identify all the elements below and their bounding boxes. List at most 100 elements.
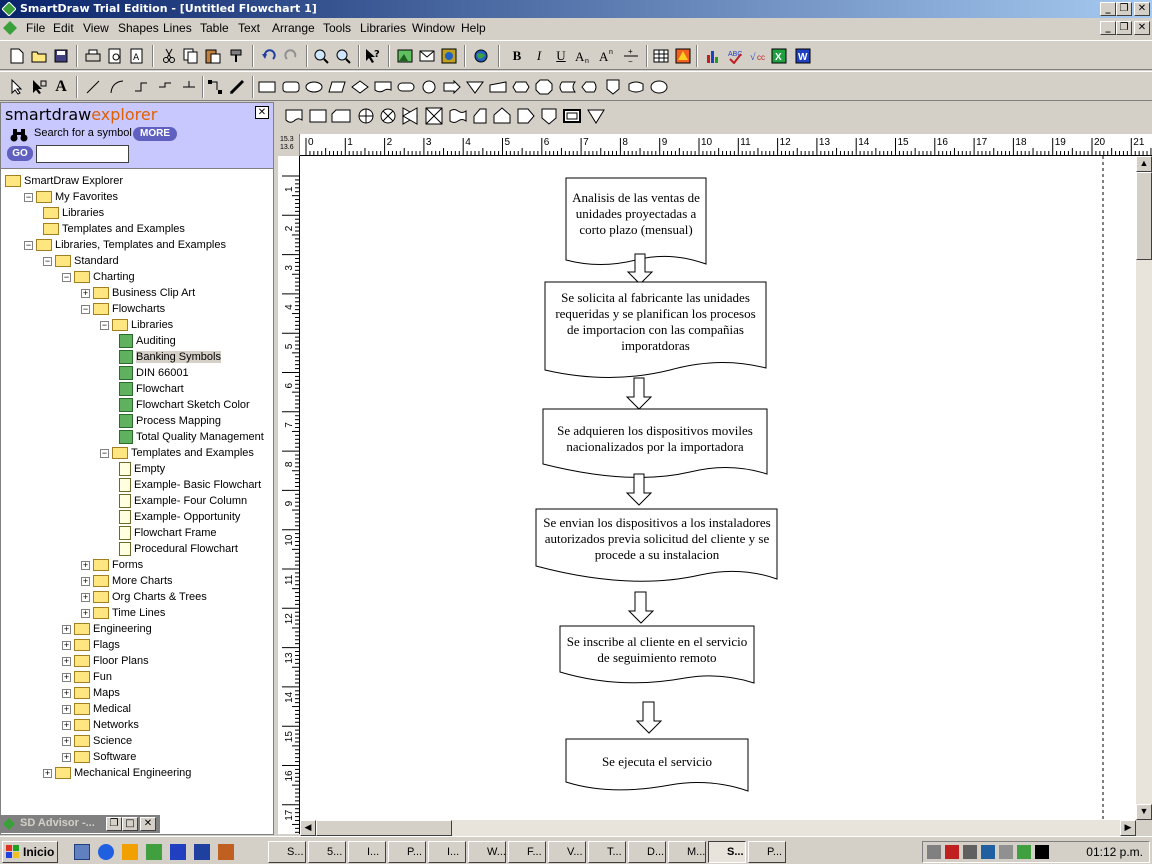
- expand-icon[interactable]: +: [62, 736, 71, 746]
- tree-item[interactable]: Example- Opportunity: [119, 509, 240, 525]
- expand-icon[interactable]: +: [62, 656, 71, 666]
- shape-summing-junction-icon[interactable]: [358, 108, 374, 124]
- save-icon[interactable]: [50, 45, 72, 67]
- tree-item[interactable]: + Mechanical Engineering: [43, 765, 191, 781]
- tree-item[interactable]: + Business Clip Art: [81, 285, 195, 301]
- expand-icon[interactable]: +: [62, 640, 71, 650]
- stored-data-tool-icon[interactable]: [556, 76, 578, 98]
- flow-arrow-4[interactable]: [627, 591, 655, 624]
- cut-icon[interactable]: [158, 45, 180, 67]
- flow-arrow-2[interactable]: [625, 377, 653, 410]
- vertical-scroll-thumb[interactable]: [1136, 172, 1152, 260]
- paste-icon[interactable]: [202, 45, 224, 67]
- taskbar-item-13[interactable]: P...: [748, 841, 786, 863]
- tree-item[interactable]: Auditing: [119, 333, 176, 349]
- table-icon[interactable]: [650, 45, 672, 67]
- taskbar-item-10[interactable]: D...: [628, 841, 666, 863]
- expand-icon[interactable]: +: [62, 624, 71, 634]
- taskbar-item-6[interactable]: W...: [468, 841, 506, 863]
- new-file-icon[interactable]: [6, 45, 28, 67]
- shape-style-icon[interactable]: [672, 45, 694, 67]
- tree-item[interactable]: Procedural Flowchart: [119, 541, 238, 557]
- oval-tool-icon[interactable]: [648, 76, 670, 98]
- triangle-tool-icon[interactable]: [464, 76, 486, 98]
- taskbar-item-7[interactable]: F...: [508, 841, 546, 863]
- drawing-canvas[interactable]: Analisis de las ventas de unidades proye…: [300, 156, 1136, 820]
- media-player-icon[interactable]: [122, 844, 138, 860]
- menu-text[interactable]: Text: [238, 21, 260, 35]
- shape-punched-tape-icon[interactable]: [449, 109, 467, 123]
- circle-tool-icon[interactable]: [418, 76, 440, 98]
- taskbar-item-1[interactable]: S...: [268, 841, 306, 863]
- flow-arrow-5[interactable]: [635, 701, 663, 734]
- redo-icon[interactable]: [280, 45, 302, 67]
- collapse-icon[interactable]: −: [62, 272, 71, 282]
- go-button[interactable]: GO: [7, 146, 33, 161]
- network-icon[interactable]: [981, 845, 995, 859]
- tray-icon-2[interactable]: [945, 845, 959, 859]
- cylinder-tool-icon[interactable]: [625, 76, 647, 98]
- close-button[interactable]: ✕: [1134, 2, 1150, 16]
- tray-icon-1[interactable]: [927, 845, 941, 859]
- tray-icon-5[interactable]: [999, 845, 1013, 859]
- decision-diamond-tool-icon[interactable]: [349, 76, 371, 98]
- select-shape-tool-icon[interactable]: [28, 76, 50, 98]
- tree-item[interactable]: + Maps: [62, 685, 120, 701]
- taskbar-item-9[interactable]: T...: [588, 841, 626, 863]
- scroll-right-button[interactable]: ▶: [1120, 820, 1136, 836]
- collapse-icon[interactable]: −: [24, 240, 33, 250]
- italic-button[interactable]: I: [528, 45, 550, 67]
- chart-icon[interactable]: [702, 45, 724, 67]
- shape-or-icon[interactable]: [380, 108, 396, 124]
- shape-delay-left-icon[interactable]: [473, 108, 487, 124]
- shape-bold-rectangle-icon[interactable]: [563, 109, 581, 123]
- format-painter-icon[interactable]: [226, 45, 248, 67]
- tree-item[interactable]: + Fun: [62, 669, 112, 685]
- tree-item[interactable]: − Libraries, Templates and Examples: [24, 237, 226, 253]
- collapse-icon[interactable]: −: [100, 448, 109, 458]
- tree-item[interactable]: − Templates and Examples: [100, 445, 254, 461]
- taskbar-item-smartdraw[interactable]: S...: [708, 841, 746, 863]
- shape-pentagon-up-icon[interactable]: [493, 107, 511, 124]
- document-icon[interactable]: [3, 21, 17, 35]
- formula-icon[interactable]: √ cc: [746, 45, 768, 67]
- line-spacing-icon[interactable]: + −: [620, 45, 642, 67]
- freehand-pencil-icon[interactable]: [226, 76, 248, 98]
- tree-item[interactable]: Process Mapping: [119, 413, 221, 429]
- browser-icon[interactable]: [98, 844, 114, 860]
- menu-table[interactable]: Table: [200, 21, 229, 35]
- font-larger-icon[interactable]: An: [596, 45, 618, 67]
- menu-tools[interactable]: Tools: [323, 21, 351, 35]
- word-icon[interactable]: [194, 844, 210, 860]
- expand-icon[interactable]: +: [62, 752, 71, 762]
- tree-item[interactable]: − Flowcharts: [81, 301, 165, 317]
- advisor-close-button[interactable]: ✕: [140, 817, 156, 831]
- underline-button[interactable]: U: [550, 45, 572, 67]
- manual-input-tool-icon[interactable]: [487, 76, 509, 98]
- document-shape-tool-icon[interactable]: [372, 76, 394, 98]
- pointer-tool-icon[interactable]: [6, 76, 28, 98]
- offpage-connector-tool-icon[interactable]: [602, 76, 624, 98]
- taskbar-item-11[interactable]: M...: [668, 841, 706, 863]
- expand-icon[interactable]: +: [81, 608, 90, 618]
- shape-collate-icon[interactable]: [401, 107, 419, 125]
- page-setup-icon[interactable]: A: [126, 45, 148, 67]
- more-button[interactable]: MORE: [133, 127, 177, 141]
- help-pointer-icon[interactable]: ?: [362, 45, 384, 67]
- collapse-icon[interactable]: −: [43, 256, 52, 266]
- tree-item[interactable]: + Org Charts & Trees: [81, 589, 207, 605]
- menu-arrange[interactable]: Arrange: [272, 21, 315, 35]
- horizontal-scrollbar[interactable]: ◀ ▶: [300, 820, 1136, 836]
- advisor-restore-button[interactable]: ❐: [106, 817, 122, 831]
- volume-icon[interactable]: [963, 845, 977, 859]
- ellipse-tool-icon[interactable]: [303, 76, 325, 98]
- copy-icon[interactable]: [180, 45, 202, 67]
- spellcheck-icon[interactable]: ABC: [724, 45, 746, 67]
- taskbar-item-4[interactable]: P...: [388, 841, 426, 863]
- insert-picture-icon[interactable]: [394, 45, 416, 67]
- scroll-left-button[interactable]: ◀: [300, 820, 316, 836]
- expand-icon[interactable]: +: [62, 720, 71, 730]
- tree-item[interactable]: + More Charts: [81, 573, 173, 589]
- arrow-shape-tool-icon[interactable]: [441, 76, 463, 98]
- expand-icon[interactable]: +: [81, 560, 90, 570]
